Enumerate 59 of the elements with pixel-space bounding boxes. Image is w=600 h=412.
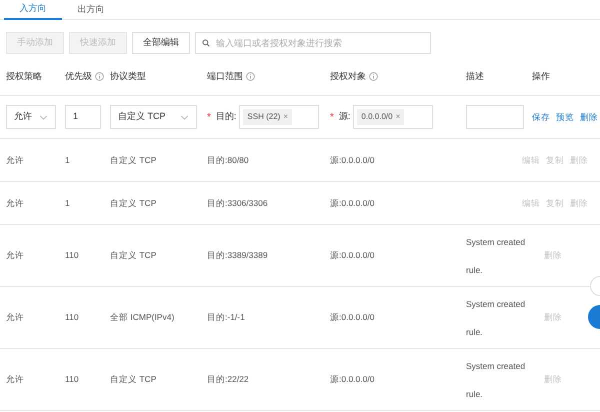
table-cell: 自定义 TCP [110, 250, 156, 260]
tag-field[interactable]: 0.0.0.0/0 × [353, 105, 434, 129]
table-cell: 全部 ICMP(IPv4) [110, 312, 174, 322]
table-cell: 允许 [6, 312, 24, 322]
description-field[interactable] [466, 105, 524, 129]
table-cell: 源:0.0.0.0/0 [330, 198, 374, 208]
table-cell-text: System created rule. [466, 236, 526, 276]
table-cell: 目的:3306/3306 [207, 198, 268, 208]
action-link[interactable]: 保存 [532, 110, 550, 124]
column-header: 操作 [532, 70, 550, 83]
table-cell: 源:0.0.0.0/0 [330, 312, 374, 322]
table-cell: 110 [65, 374, 79, 384]
column-header: 授权策略 [6, 70, 42, 83]
close-icon[interactable]: × [396, 111, 400, 123]
tab[interactable]: 入方向 [4, 0, 62, 20]
table-cell: 目的:-1/-1 [207, 312, 245, 322]
field-label: 目的: [216, 110, 236, 124]
action-link[interactable]: 预览 [556, 110, 574, 124]
table-cell: 1 [65, 198, 70, 208]
table-cell: 源:0.0.0.0/0 [330, 250, 374, 260]
tab[interactable]: 出方向 [62, 0, 120, 20]
tag: 0.0.0.0/0 × [357, 109, 404, 125]
search-field[interactable]: 输入端口或者授权对象进行搜索 [195, 32, 431, 54]
table-cell: 允许 [6, 250, 24, 260]
table-cell: 1 [65, 154, 70, 165]
input-field[interactable]: 1 [65, 105, 101, 129]
table-cell: 目的:22/22 [207, 374, 249, 384]
search-icon [202, 39, 210, 47]
table-cell: 目的:80/80 [207, 154, 249, 165]
tag: SSH (22) × [243, 109, 292, 125]
table-cell-text: System created rule. [466, 298, 526, 338]
table-cell: 允许 [6, 198, 24, 208]
column-header: 授权对象 [330, 70, 366, 83]
table-cell: 自定义 TCP [110, 374, 156, 384]
required-mark: * [330, 110, 334, 124]
column-header: 优先级 [65, 70, 92, 83]
table-cell: 110 [65, 250, 79, 260]
close-icon[interactable]: × [283, 111, 288, 123]
field-label: 源: [338, 110, 350, 124]
select-field[interactable]: 允许 [6, 105, 56, 129]
required-mark: * [207, 110, 211, 124]
column-header: 端口范围 [207, 70, 243, 83]
toolbar-button[interactable]: 全部编辑 [132, 32, 190, 54]
table-cell: 110 [65, 312, 79, 322]
caret-icon [180, 114, 189, 120]
table-cell: 允许 [6, 374, 24, 384]
action-link[interactable]: 删除 [580, 110, 598, 124]
table-cell: 允许 [6, 154, 24, 165]
table-cell: 源:0.0.0.0/0 [330, 154, 374, 165]
table-cell: 自定义 TCP [110, 198, 156, 208]
table-cell-text: System created rule. [466, 360, 526, 400]
column-header: 描述 [466, 70, 484, 83]
caret-icon [39, 114, 48, 120]
select-field[interactable]: 自定义 TCP [110, 105, 197, 129]
table-cell: 目的:3389/3389 [207, 250, 268, 260]
table-cell: 源:0.0.0.0/0 [330, 374, 374, 384]
table-cell: 自定义 TCP [110, 154, 156, 165]
tag-field[interactable]: SSH (22) × [239, 105, 320, 129]
column-header: 协议类型 [110, 70, 146, 83]
